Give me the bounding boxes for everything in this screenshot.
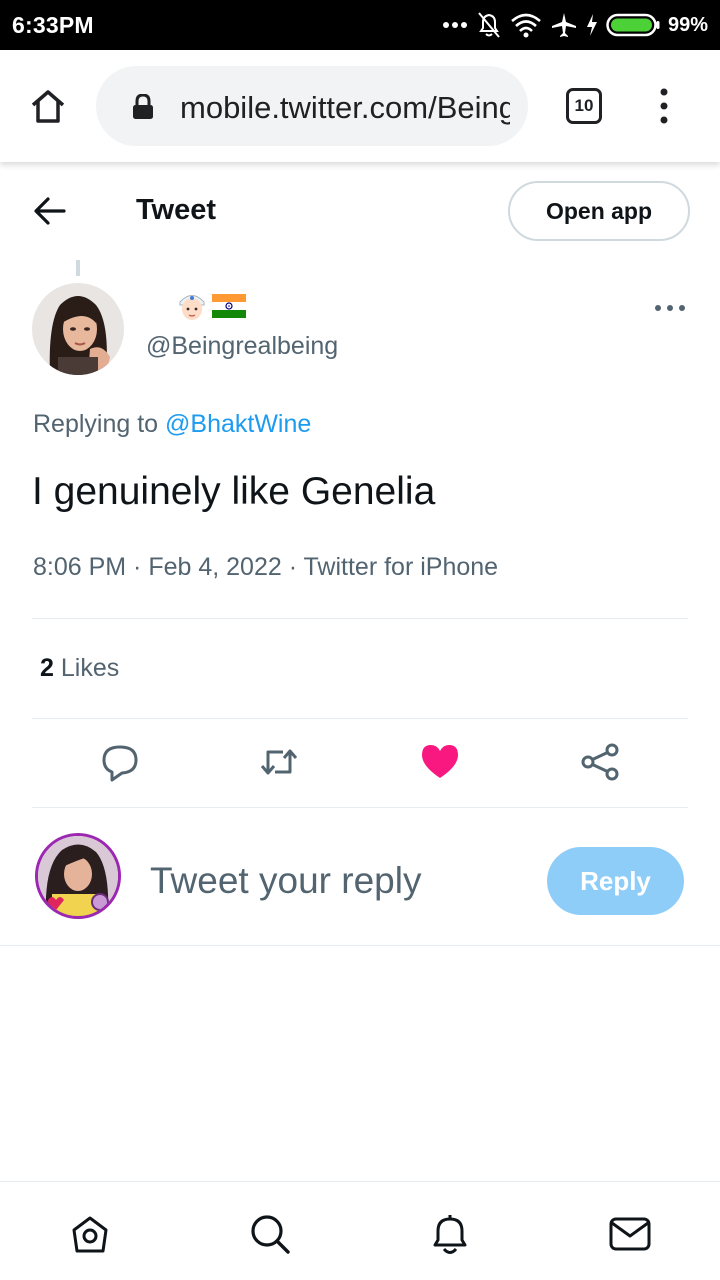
page-header: Tweet Open app xyxy=(0,162,720,258)
wifi-icon xyxy=(511,13,541,38)
meta-separator: · xyxy=(281,553,304,581)
overflow-menu-icon[interactable] xyxy=(652,86,676,126)
like-heart-icon[interactable] xyxy=(420,742,460,782)
meta-separator: · xyxy=(126,553,149,581)
search-icon[interactable] xyxy=(248,1212,292,1256)
status-bar: 6:33PM 99% xyxy=(0,0,720,50)
divider xyxy=(0,945,720,946)
reply-input[interactable]: Tweet your reply xyxy=(150,860,421,902)
tweet-date[interactable]: Feb 4, 2022 xyxy=(148,553,281,581)
reply-icon[interactable] xyxy=(100,742,140,782)
more-dots-icon xyxy=(442,22,467,28)
tweet-time[interactable]: 8:06 PM xyxy=(33,553,126,581)
tweet-text: I genuinely like Genelia xyxy=(32,470,436,513)
likes-label: Likes xyxy=(60,654,120,682)
status-time: 6:33PM xyxy=(12,12,94,38)
replying-to: Replying to @BhaktWine xyxy=(33,410,311,439)
display-name-emojis xyxy=(178,291,246,321)
notifications-muted-icon xyxy=(478,12,500,38)
reply-button[interactable]: Reply xyxy=(547,847,684,915)
thread-connector-line xyxy=(76,260,80,276)
page-title: Tweet xyxy=(136,194,217,226)
tab-switcher-button[interactable]: 10 xyxy=(566,88,602,124)
browser-toolbar: mobile.twitter.com/BeingrealbeingStatus … xyxy=(0,50,720,162)
back-arrow-icon[interactable] xyxy=(32,196,68,226)
divider xyxy=(32,618,688,619)
likes-count[interactable]: 2 Likes xyxy=(40,654,119,683)
divider xyxy=(32,718,688,719)
open-app-button[interactable]: Open app xyxy=(508,181,690,241)
home-icon[interactable] xyxy=(68,1212,112,1256)
replying-to-label: Replying to xyxy=(33,410,166,438)
likes-number: 2 xyxy=(40,654,54,682)
share-icon[interactable] xyxy=(580,742,620,782)
retweet-icon[interactable] xyxy=(259,742,299,782)
notifications-icon[interactable] xyxy=(428,1212,472,1256)
battery-percent: 99% xyxy=(667,13,708,36)
author-avatar[interactable] xyxy=(32,283,124,375)
battery-icon xyxy=(606,13,660,37)
more-options-icon[interactable] xyxy=(652,300,688,316)
replying-to-mention[interactable]: @BhaktWine xyxy=(165,410,311,438)
tweet-metadata: 8:06 PM · Feb 4, 2022 · Twitter for iPho… xyxy=(33,553,498,582)
messages-icon[interactable] xyxy=(608,1212,652,1256)
address-bar[interactable]: mobile.twitter.com/BeingrealbeingStatus xyxy=(96,66,528,146)
tweet-source: Twitter for iPhone xyxy=(303,553,499,581)
divider xyxy=(32,807,688,808)
person-with-turban-emoji xyxy=(179,295,205,320)
author-handle[interactable]: @Beingrealbeing xyxy=(146,332,338,361)
india-flag-emoji xyxy=(212,294,246,318)
charging-icon xyxy=(586,14,597,36)
lock-icon xyxy=(133,94,153,119)
current-user-avatar[interactable] xyxy=(35,833,121,919)
status-icons: 99% xyxy=(442,10,708,40)
url-text: mobile.twitter.com/BeingrealbeingStatus xyxy=(180,90,510,125)
bottom-nav xyxy=(0,1181,720,1280)
airplane-mode-icon xyxy=(551,13,576,37)
home-icon[interactable] xyxy=(28,86,68,126)
